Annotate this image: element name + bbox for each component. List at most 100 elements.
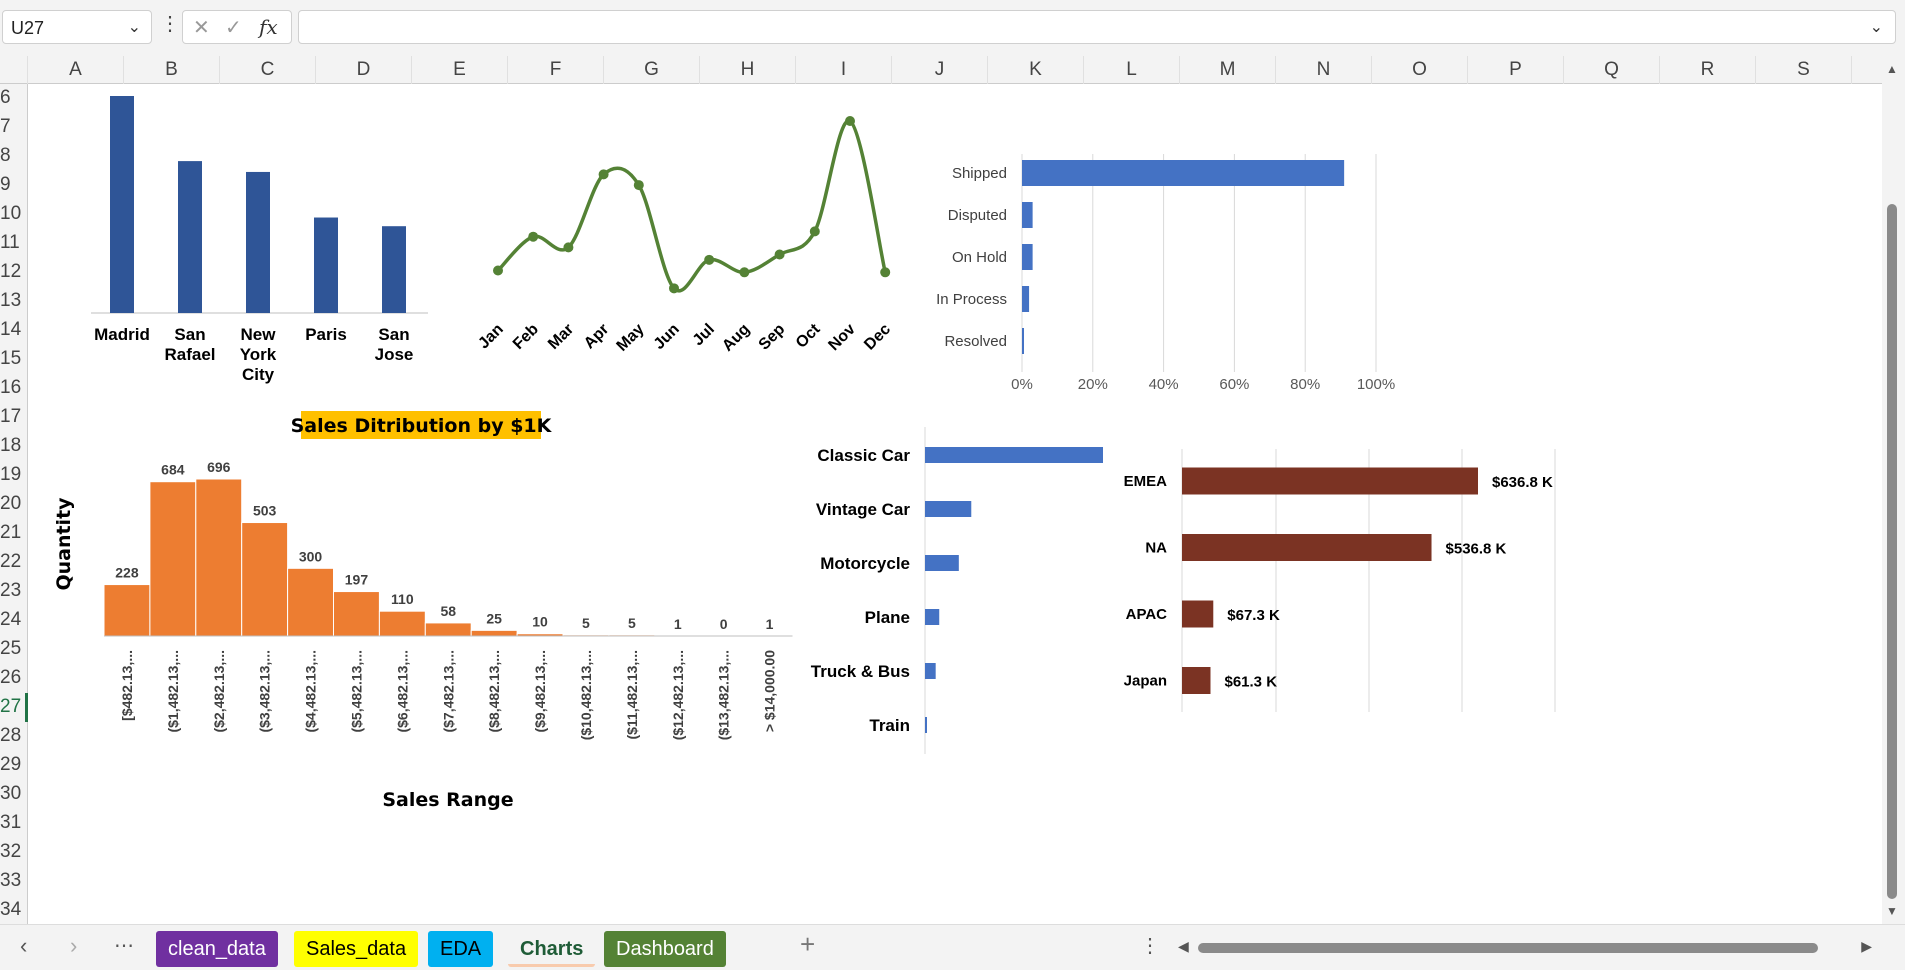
row-header-19[interactable]: 19 bbox=[0, 461, 28, 490]
row-header-8[interactable]: 8 bbox=[0, 142, 28, 171]
bar bbox=[1182, 600, 1214, 628]
column-header-b[interactable]: B bbox=[124, 56, 220, 84]
sheet-tab-eda[interactable]: EDA bbox=[428, 931, 494, 967]
row-header-34[interactable]: 34 bbox=[0, 896, 28, 925]
column-header-j[interactable]: J bbox=[892, 56, 988, 84]
data-label: 300 bbox=[299, 548, 323, 564]
row-header-6[interactable]: 6 bbox=[0, 84, 28, 113]
sales-distribution-histogram[interactable]: Sales Ditribution by $1K 228 [$482.13,... 6… bbox=[53, 411, 793, 811]
previous-sheet-icon[interactable]: ‹ bbox=[20, 933, 27, 959]
enter-icon[interactable]: ✓ bbox=[225, 15, 242, 40]
scroll-up-icon[interactable]: ▲ bbox=[1886, 62, 1898, 76]
vertical-scrollbar[interactable]: ▲ ▼ bbox=[1882, 56, 1905, 924]
row-header-18[interactable]: 18 bbox=[0, 432, 28, 461]
data-label: 684 bbox=[161, 462, 185, 478]
row-header-31[interactable]: 31 bbox=[0, 809, 28, 838]
tab-bar-options-icon[interactable]: ⋮ bbox=[1140, 933, 1160, 958]
row-header-33[interactable]: 33 bbox=[0, 867, 28, 896]
row-header-9[interactable]: 9 bbox=[0, 171, 28, 200]
row-header-32[interactable]: 32 bbox=[0, 838, 28, 867]
row-header-24[interactable]: 24 bbox=[0, 606, 28, 635]
row-header-20[interactable]: 20 bbox=[0, 490, 28, 519]
column-header-g[interactable]: G bbox=[604, 56, 700, 84]
row-header-12[interactable]: 12 bbox=[0, 258, 28, 287]
column-header-n[interactable]: N bbox=[1276, 56, 1372, 84]
horizontal-scroll-thumb[interactable] bbox=[1198, 943, 1818, 953]
row-header-10[interactable]: 10 bbox=[0, 200, 28, 229]
city-bar-chart[interactable]: Madrid San Rafael New York City Paris San Jose bbox=[91, 96, 428, 384]
status-bar-chart[interactable]: 0% 20% 40% 60% 80% 100% Shipped Disputed On Hold… bbox=[936, 154, 1395, 393]
row-header-23[interactable]: 23 bbox=[0, 577, 28, 606]
sheet-tab-charts[interactable]: Charts bbox=[508, 931, 596, 967]
formula-controls: ✕ ✓ fx bbox=[182, 10, 292, 44]
data-point bbox=[528, 231, 539, 242]
row-header-29[interactable]: 29 bbox=[0, 751, 28, 780]
worksheet-grid[interactable]: Madrid San Rafael New York City Paris San Jose J… bbox=[28, 84, 1882, 924]
more-sheets-icon[interactable]: ⋯ bbox=[114, 933, 134, 958]
row-header-17[interactable]: 17 bbox=[0, 403, 28, 432]
tick-label: 60% bbox=[1219, 376, 1249, 393]
data-point bbox=[739, 267, 750, 278]
column-header-c[interactable]: C bbox=[220, 56, 316, 84]
month-label: Jul bbox=[690, 321, 718, 349]
column-header-l[interactable]: L bbox=[1084, 56, 1180, 84]
chevron-down-icon[interactable]: ⌄ bbox=[128, 17, 141, 37]
column-header-q[interactable]: Q bbox=[1564, 56, 1660, 84]
select-all-corner[interactable] bbox=[0, 56, 28, 84]
column-header-i[interactable]: I bbox=[796, 56, 892, 84]
sheet-tab-dashboard[interactable]: Dashboard bbox=[604, 931, 726, 967]
cell-reference: U27 bbox=[11, 18, 45, 38]
column-header-o[interactable]: O bbox=[1372, 56, 1468, 84]
category-label: ($6,482.13,... bbox=[394, 650, 410, 733]
row-header-27[interactable]: 27 bbox=[0, 693, 28, 722]
horizontal-scrollbar[interactable]: ◀ ▶ bbox=[1178, 938, 1872, 956]
row-header-30[interactable]: 30 bbox=[0, 780, 28, 809]
more-options-icon[interactable]: ⋮ bbox=[160, 14, 180, 34]
vertical-scroll-thumb[interactable] bbox=[1887, 204, 1897, 899]
bar bbox=[246, 171, 270, 313]
column-header-a[interactable]: A bbox=[28, 56, 124, 84]
data-point bbox=[845, 116, 855, 126]
row-header-14[interactable]: 14 bbox=[0, 316, 28, 345]
scroll-left-icon[interactable]: ◀ bbox=[1178, 938, 1189, 955]
sheet-tab-clean-data[interactable]: clean_data bbox=[156, 931, 278, 967]
column-header-s[interactable]: S bbox=[1756, 56, 1852, 84]
monthly-line-chart[interactable]: Jan Feb Mar Apr May Jun Jul Aug Sep Oct Nov Dec bbox=[475, 116, 894, 355]
row-header-28[interactable]: 28 bbox=[0, 722, 28, 751]
column-header-e[interactable]: E bbox=[412, 56, 508, 84]
scroll-right-icon[interactable]: ▶ bbox=[1861, 938, 1872, 955]
row-header-11[interactable]: 11 bbox=[0, 229, 28, 258]
column-header-m[interactable]: M bbox=[1180, 56, 1276, 84]
month-label: Jun bbox=[651, 321, 683, 353]
next-sheet-icon[interactable]: › bbox=[70, 933, 77, 959]
row-header-25[interactable]: 25 bbox=[0, 635, 28, 664]
column-header-h[interactable]: H bbox=[700, 56, 796, 84]
tick-label: 0% bbox=[1011, 376, 1033, 393]
cancel-icon[interactable]: ✕ bbox=[193, 15, 210, 40]
column-header-f[interactable]: F bbox=[508, 56, 604, 84]
formula-input[interactable]: ⌄ bbox=[298, 10, 1896, 44]
row-header-22[interactable]: 22 bbox=[0, 548, 28, 577]
sheet-tab-sales-data[interactable]: Sales_data bbox=[294, 931, 419, 967]
row-header-16[interactable]: 16 bbox=[0, 374, 28, 403]
add-sheet-icon[interactable]: + bbox=[800, 929, 815, 960]
column-header-p[interactable]: P bbox=[1468, 56, 1564, 84]
category-label: Japan bbox=[1124, 673, 1167, 690]
column-header-r[interactable]: R bbox=[1660, 56, 1756, 84]
column-header-k[interactable]: K bbox=[988, 56, 1084, 84]
product-line-bar-chart[interactable]: Classic Car Vintage Car Motorcycle Plane Tru… bbox=[811, 427, 1103, 754]
row-header-21[interactable]: 21 bbox=[0, 519, 28, 548]
expand-formula-bar-icon[interactable]: ⌄ bbox=[1870, 17, 1883, 37]
name-box[interactable]: U27 ⌄ bbox=[2, 10, 152, 44]
data-label: 0 bbox=[720, 616, 728, 632]
row-header-7[interactable]: 7 bbox=[0, 113, 28, 142]
category-label: APAC bbox=[1126, 606, 1168, 623]
territory-bar-chart[interactable]: EMEA $636.8 K NA $536.8 K APAC $67.3 K Japan $6… bbox=[1124, 449, 1556, 712]
row-header-26[interactable]: 26 bbox=[0, 664, 28, 693]
row-header-13[interactable]: 13 bbox=[0, 287, 28, 316]
data-point bbox=[880, 267, 891, 278]
row-header-15[interactable]: 15 bbox=[0, 345, 28, 374]
column-header-d[interactable]: D bbox=[316, 56, 412, 84]
insert-function-icon[interactable]: fx bbox=[259, 15, 278, 39]
scroll-down-icon[interactable]: ▼ bbox=[1886, 904, 1898, 918]
